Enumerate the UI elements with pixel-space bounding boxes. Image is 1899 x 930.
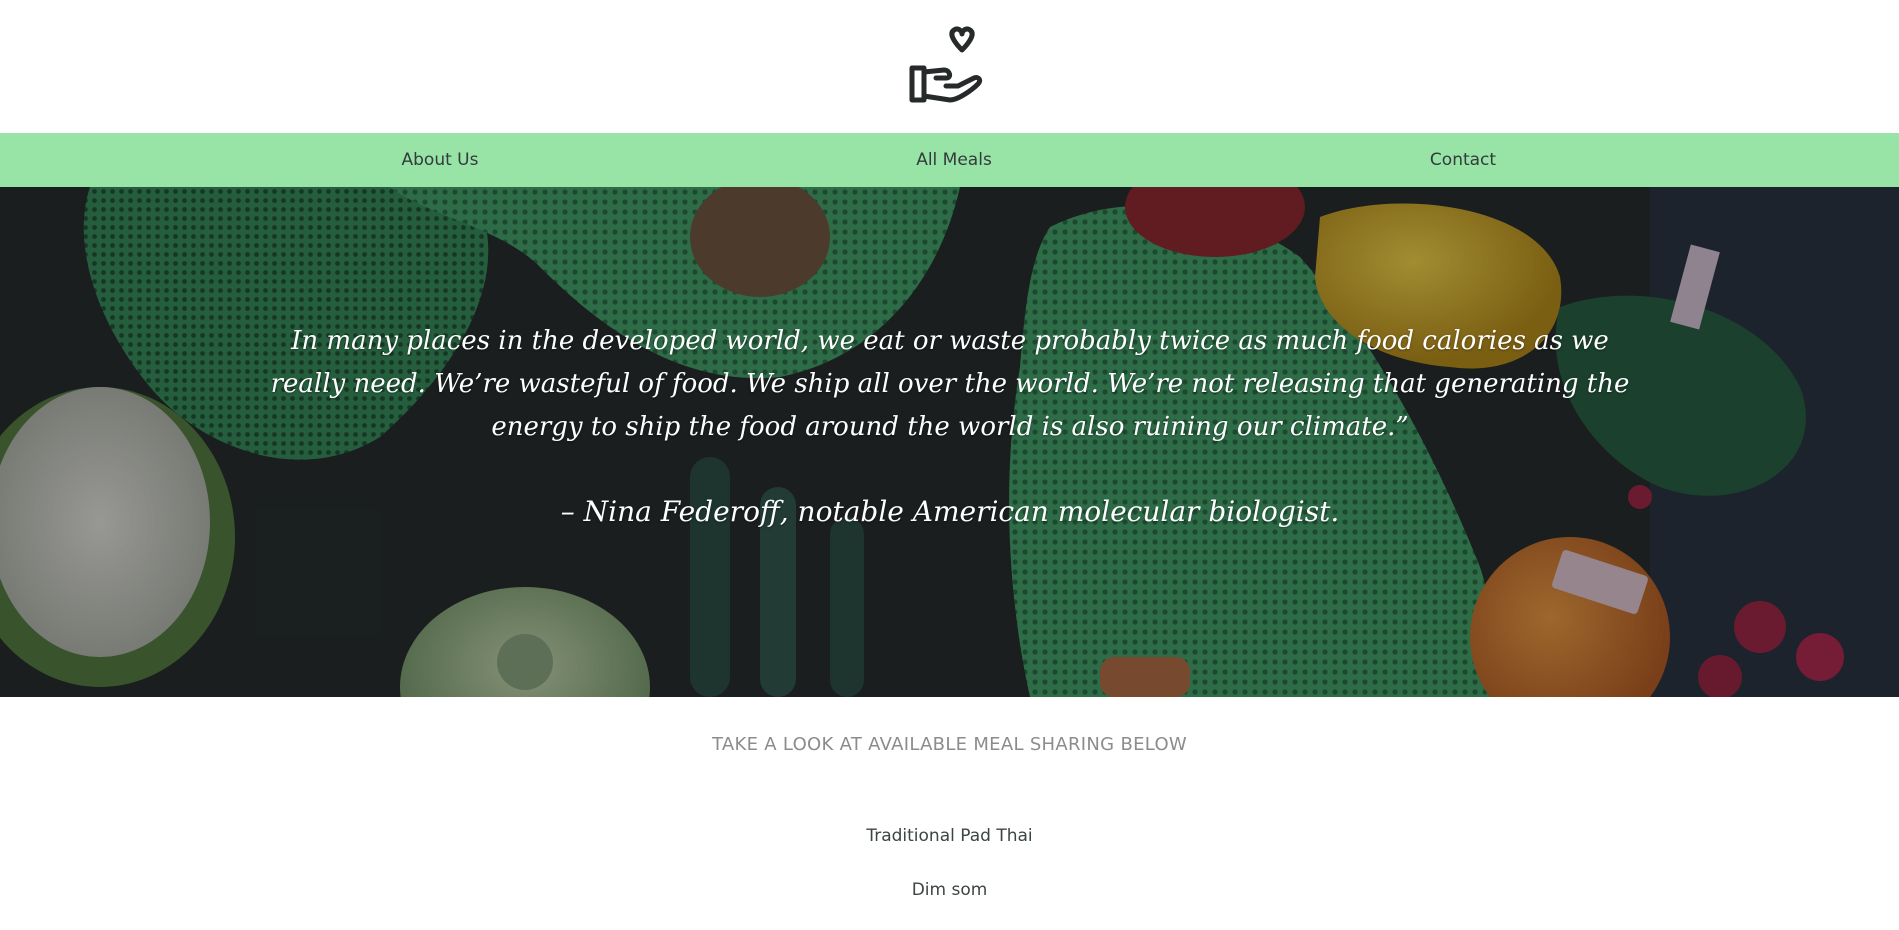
hero-quote-author: – Nina Federoff, notable American molecu… xyxy=(560,495,1340,528)
nav-about-us-link[interactable]: About Us xyxy=(402,133,479,187)
nav-contact-link[interactable]: Contact xyxy=(1430,133,1496,187)
hero-banner: In many places in the developed world, w… xyxy=(0,187,1899,697)
meal-list: Traditional Pad Thai Dim som xyxy=(0,822,1899,930)
site-header xyxy=(0,0,1899,133)
main-nav: About Us All Meals Contact xyxy=(0,133,1899,187)
hand-heart-icon[interactable] xyxy=(906,26,986,106)
meal-item[interactable]: Traditional Pad Thai xyxy=(0,822,1899,876)
meal-item[interactable]: Dim som xyxy=(0,876,1899,930)
hero-quote: In many places in the developed world, w… xyxy=(270,326,1630,442)
nav-all-meals-link[interactable]: All Meals xyxy=(916,133,992,187)
meals-section-title: TAKE A LOOK AT AVAILABLE MEAL SHARING BE… xyxy=(711,734,1188,755)
